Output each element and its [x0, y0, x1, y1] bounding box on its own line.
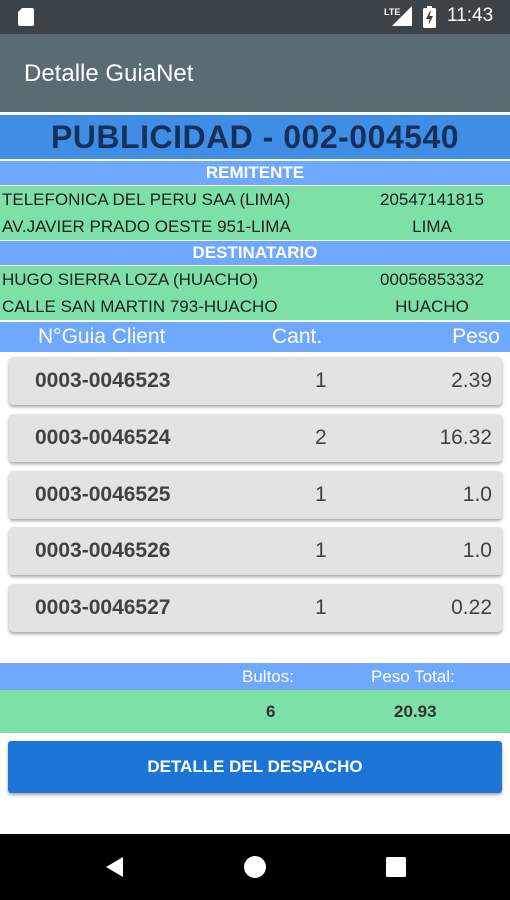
navigation-bar	[0, 834, 510, 900]
column-guia: N°Guia Client	[38, 325, 166, 348]
row-cant: 1	[315, 369, 327, 392]
bultos-value: 6	[266, 702, 276, 721]
sender-city: LIMA	[412, 217, 452, 236]
column-cant: Cant.	[272, 325, 323, 348]
row-cant: 1	[315, 483, 327, 506]
recipient-heading: DESTINATARIO	[0, 241, 510, 265]
row-peso: 1.0	[462, 539, 492, 562]
recipient-row-1: HUGO SIERRA LOZA (HUACHO) 00056853332	[0, 266, 510, 293]
bultos-label: Bultos:	[242, 667, 294, 686]
row-cant: 2	[315, 426, 327, 449]
recipient-city: HUACHO	[395, 297, 469, 316]
guide-title-bar: PUBLICIDAD - 002-004540	[0, 115, 510, 159]
sender-address: AV.JAVIER PRADO OESTE 951-LIMA	[2, 217, 291, 236]
table-row[interactable]: 0003-0046526 1 1.0	[9, 527, 502, 575]
sender-name: TELEFONICA DEL PERU SAA (LIMA)	[2, 190, 291, 209]
sd-card-icon	[18, 8, 34, 26]
battery-icon	[423, 6, 436, 28]
table-row[interactable]: 0003-0046525 1 1.0	[9, 471, 502, 519]
table-header: N°Guia Client Cant. Peso	[0, 322, 510, 352]
peso-total-value: 20.93	[394, 702, 437, 721]
totals-header: Bultos: Peso Total:	[0, 663, 510, 690]
row-guia: 0003-0046525	[35, 483, 171, 506]
signal-icon	[392, 6, 412, 26]
row-cant: 1	[315, 539, 327, 562]
sender-row-2: AV.JAVIER PRADO OESTE 951-LIMA LIMA	[0, 213, 510, 240]
row-guia: 0003-0046523	[35, 369, 171, 392]
recipient-id: 00056853332	[379, 270, 484, 289]
row-guia: 0003-0046526	[35, 539, 171, 562]
recipient-address: CALLE SAN MARTIN 793-HUACHO	[2, 297, 278, 316]
clock: 11:43	[447, 5, 494, 26]
table-row[interactable]: 0003-0046523 1 2.39	[9, 357, 502, 405]
app-title: Detalle GuiaNet	[24, 60, 194, 87]
row-peso: 0.22	[451, 596, 492, 619]
sender-row-1: TELEFONICA DEL PERU SAA (LIMA) 205471418…	[0, 186, 510, 213]
row-peso: 16.32	[439, 426, 492, 449]
row-guia: 0003-0046527	[35, 596, 171, 619]
peso-total-label: Peso Total:	[371, 667, 455, 686]
app-bar: Detalle GuiaNet	[0, 34, 510, 112]
recipient-row-2: CALLE SAN MARTIN 793-HUACHO HUACHO	[0, 293, 510, 320]
row-guia: 0003-0046524	[35, 426, 171, 449]
sender-id: 20547141815	[379, 190, 484, 209]
guide-title: PUBLICIDAD - 002-004540	[50, 119, 460, 155]
column-peso: Peso	[452, 325, 500, 348]
totals-values: 6 20.93	[0, 690, 510, 733]
recents-icon[interactable]	[384, 855, 408, 879]
row-cant: 1	[315, 596, 327, 619]
table-row[interactable]: 0003-0046527 1 0.22	[9, 584, 502, 632]
status-bar: LTE 11:43	[0, 0, 510, 34]
detalle-despacho-button[interactable]: DETALLE DEL DESPACHO	[8, 741, 502, 793]
sender-info: TELEFONICA DEL PERU SAA (LIMA) 205471418…	[0, 186, 510, 240]
row-peso: 1.0	[462, 483, 492, 506]
back-icon[interactable]	[102, 855, 126, 879]
home-icon[interactable]	[243, 855, 267, 879]
sender-heading: REMITENTE	[0, 161, 510, 185]
row-peso: 2.39	[451, 369, 492, 392]
recipient-name: HUGO SIERRA LOZA (HUACHO)	[2, 270, 258, 289]
recipient-info: HUGO SIERRA LOZA (HUACHO) 00056853332 CA…	[0, 266, 510, 320]
table-row[interactable]: 0003-0046524 2 16.32	[9, 414, 502, 462]
